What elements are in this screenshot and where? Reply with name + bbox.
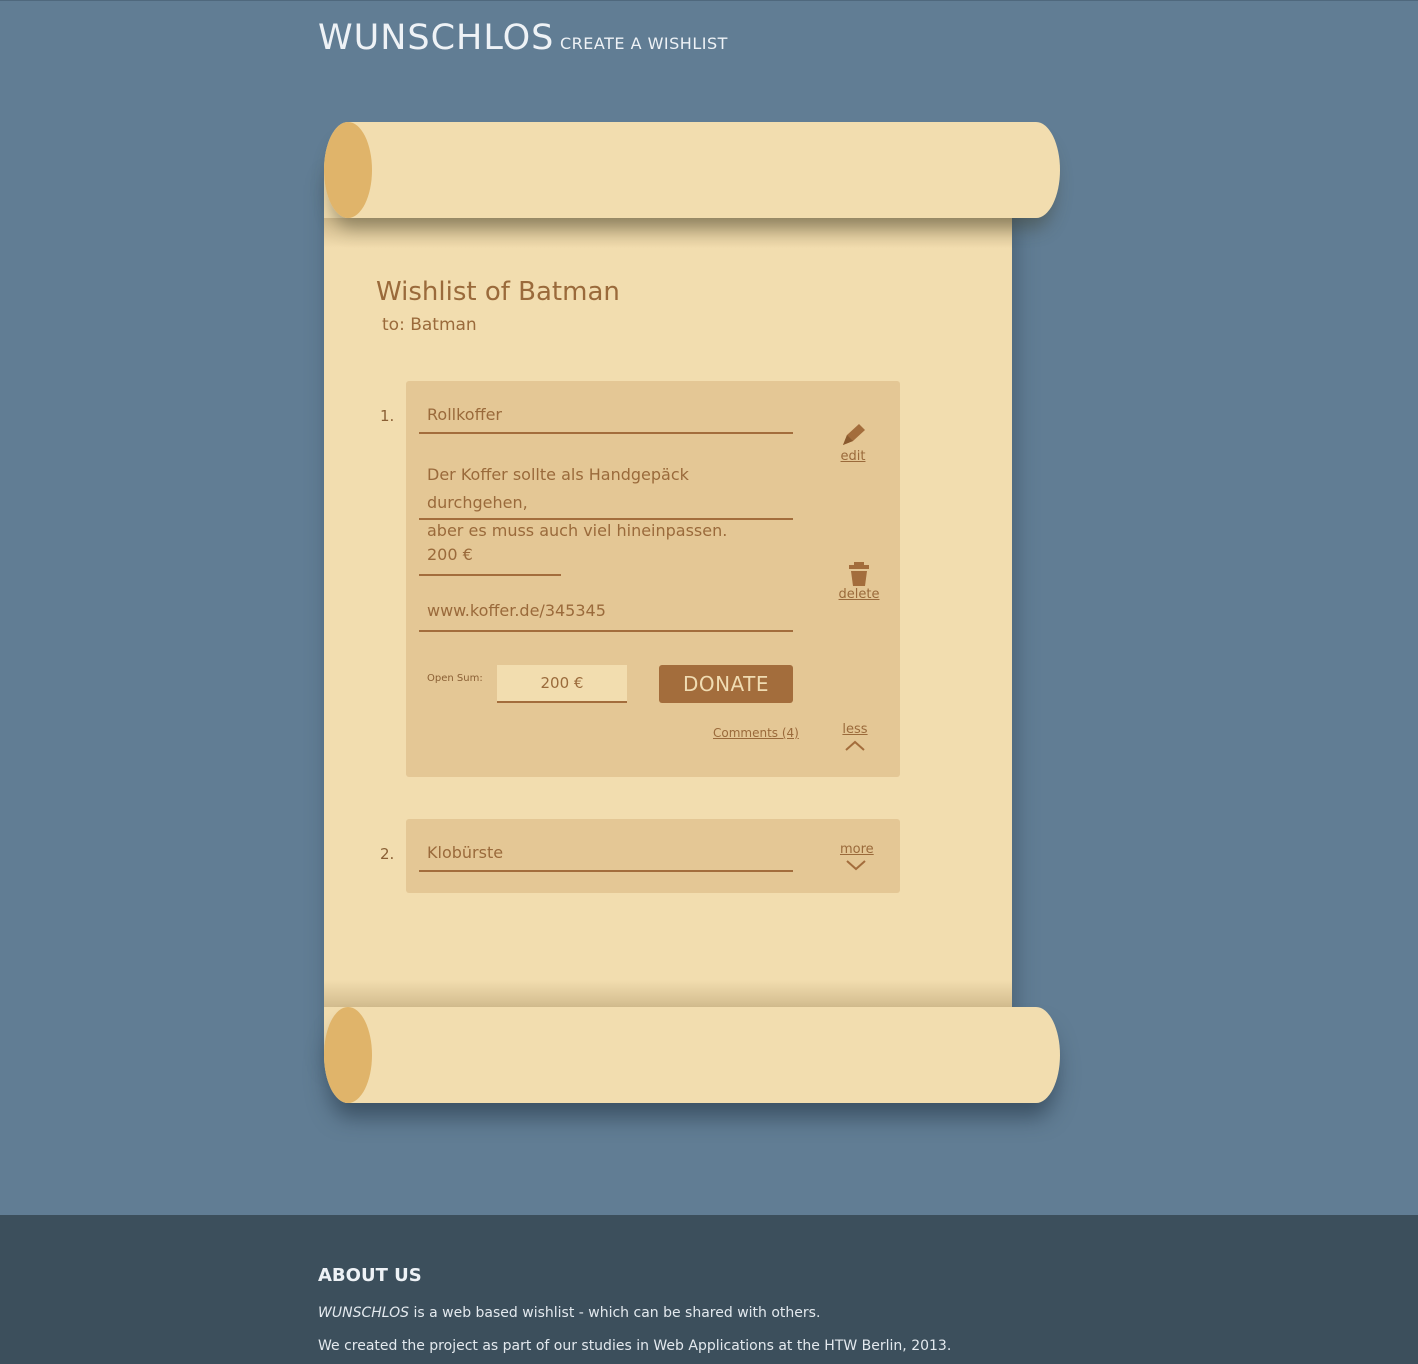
item-url-value: www.koffer.de/345345 [427, 601, 606, 620]
about-text-line: We created the project as part of our st… [318, 1338, 952, 1354]
create-wishlist-link[interactable]: CREATE A WISHLIST [560, 34, 728, 53]
less-label: less [842, 722, 868, 737]
about-brand: WUNSCHLOS [318, 1305, 410, 1321]
open-sum-label: Open Sum: [427, 673, 483, 684]
item-title-field[interactable]: Rollkoffer [419, 405, 793, 434]
item-price-value: 200 € [427, 545, 473, 564]
about-text-line: WUNSCHLOS is a web based wishlist - whic… [318, 1305, 820, 1321]
about-text: is a web based wishlist - which can be s… [409, 1305, 821, 1321]
item-url-field[interactable]: www.koffer.de/345345 [419, 601, 793, 632]
paper-shadow-top [324, 218, 1012, 248]
item-description-line: aber es muss auch viel hineinpassen. [427, 521, 728, 540]
trash-icon [849, 562, 869, 586]
item-price-field[interactable]: 200 € [419, 545, 561, 576]
comments-link[interactable]: Comments (4) [713, 726, 799, 740]
open-sum-input[interactable]: 200 € [497, 665, 627, 703]
site-logo[interactable]: WUNSCHLOS [318, 18, 554, 58]
item-description-line: Der Koffer sollte als Handgepäck durchge… [427, 465, 689, 512]
wishlist-recipient: to: Batman [382, 315, 477, 335]
item-title-value: Rollkoffer [427, 405, 503, 424]
item-number: 2. [380, 845, 395, 863]
less-toggle[interactable]: less [840, 722, 870, 753]
chevron-down-icon [846, 860, 866, 871]
donate-button[interactable]: DONATE [659, 665, 793, 703]
scroll-roll-top-end [324, 122, 372, 218]
edit-label: edit [840, 449, 866, 464]
scroll-roll-bottom-end [324, 1007, 372, 1103]
top-border [0, 0, 1418, 1]
item-title-value: Klobürste [427, 843, 504, 862]
footer: ABOUT US WUNSCHLOS is a web based wishli… [0, 1215, 1418, 1364]
chevron-up-icon [845, 740, 865, 751]
item-number: 1. [380, 407, 395, 425]
item-title-field[interactable]: Klobürste [419, 843, 793, 872]
about-us-title: ABOUT US [318, 1265, 422, 1286]
pencil-icon [843, 424, 865, 445]
wish-item-card: Rollkoffer Der Koffer sollte als Handgep… [406, 381, 900, 777]
scroll-roll-top [324, 122, 1060, 218]
item-description-field[interactable]: Der Koffer sollte als Handgepäck durchge… [419, 461, 793, 540]
delete-button[interactable]: delete [838, 561, 880, 602]
scroll-roll-bottom [324, 1007, 1060, 1103]
wish-item-card: Klobürste more [406, 819, 900, 893]
paper-shadow-bottom [324, 980, 1012, 1007]
delete-label: delete [838, 587, 880, 602]
edit-button[interactable]: edit [838, 421, 868, 464]
more-label: more [840, 842, 874, 857]
more-toggle[interactable]: more [840, 842, 874, 873]
wishlist-title: Wishlist of Batman [376, 277, 620, 307]
